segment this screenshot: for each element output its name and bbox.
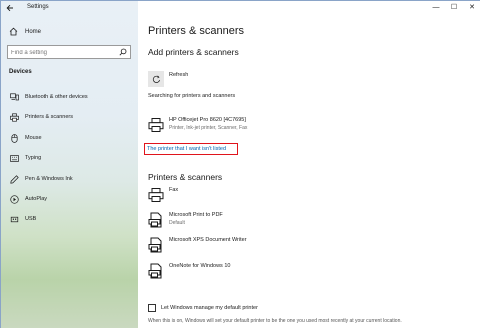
sidebar: Settings Home Devices Bluetooth & other … <box>1 1 138 328</box>
add-printers-heading: Add printers & scanners <box>148 47 239 57</box>
printer-document-icon <box>148 237 162 253</box>
refresh-icon <box>152 75 160 83</box>
device-item-fax[interactable]: Fax <box>148 187 178 203</box>
sidebar-item-pen[interactable]: Pen & Windows Ink <box>5 171 135 187</box>
device-item-xps-writer[interactable]: Microsoft XPS Document Writer <box>148 237 247 253</box>
autoplay-icon <box>9 194 19 204</box>
window-controls: — ☐ ✕ <box>427 1 480 15</box>
printer-icon <box>148 118 164 132</box>
sidebar-item-label: Typing <box>25 155 42 161</box>
printer-not-listed-link[interactable]: The printer that I want isn't listed <box>147 146 226 152</box>
nav-home-label: Home <box>25 29 42 35</box>
pen-icon <box>9 174 19 184</box>
sidebar-item-bluetooth[interactable]: Bluetooth & other devices <box>5 89 135 105</box>
device-text: Microsoft XPS Document Writer <box>169 237 247 243</box>
device-item-print-to-pdf[interactable]: Microsoft Print to PDF Default <box>148 212 223 228</box>
printer-document-icon <box>148 212 162 228</box>
back-button[interactable] <box>6 2 16 14</box>
device-name: Microsoft Print to PDF <box>169 212 223 218</box>
sidebar-item-autoplay[interactable]: AutoPlay <box>5 191 135 207</box>
device-text: Microsoft Print to PDF Default <box>169 212 223 226</box>
default-printer-note: When this is on, Windows will set your d… <box>148 318 402 324</box>
sidebar-item-typing[interactable]: Typing <box>5 150 135 166</box>
device-text: Fax <box>169 187 178 193</box>
found-printer-detail: Printer, Ink-jet printer, Scanner, Fax <box>169 125 248 131</box>
default-printer-option[interactable]: Let Windows manage my default printer <box>148 304 258 312</box>
fax-icon <box>148 188 164 202</box>
mouse-icon <box>9 133 19 143</box>
sidebar-item-label: Bluetooth & other devices <box>25 94 88 100</box>
sidebar-item-mouse[interactable]: Mouse <box>5 130 135 146</box>
title-bar: Settings <box>1 1 138 15</box>
maximize-button[interactable]: ☐ <box>445 1 463 15</box>
main-panel: — ☐ ✕ Printers & scanners Add printers &… <box>138 1 480 328</box>
refresh-button[interactable] <box>148 71 164 87</box>
printers-list-heading: Printers & scanners <box>148 172 223 182</box>
sidebar-item-label: Mouse <box>25 135 42 141</box>
highlight-box: The printer that I want isn't listed <box>144 143 238 155</box>
keyboard-icon <box>9 153 19 163</box>
printer-document-icon <box>148 263 162 279</box>
sidebar-item-label: USB <box>25 216 37 222</box>
usb-icon <box>9 214 19 224</box>
device-detail: Default <box>169 220 185 226</box>
search-icon[interactable] <box>119 48 127 56</box>
sidebar-item-usb[interactable]: USB <box>5 211 135 227</box>
device-name: Microsoft XPS Document Writer <box>169 237 247 243</box>
nav-home[interactable]: Home <box>5 23 133 41</box>
bluetooth-icon <box>9 92 19 102</box>
search-input[interactable] <box>11 48 115 57</box>
device-name: Fax <box>169 187 179 193</box>
found-printer-item[interactable]: HP Officejet Pro 8620 [4C7695] Printer, … <box>148 117 247 133</box>
sidebar-item-label: Pen & Windows Ink <box>25 176 73 182</box>
close-button[interactable]: ✕ <box>463 1 480 15</box>
settings-window: Settings Home Devices Bluetooth & other … <box>0 0 480 328</box>
sidebar-item-label: AutoPlay <box>25 196 48 202</box>
searching-status: Searching for printers and scanners <box>148 93 236 99</box>
sidebar-section-devices: Devices <box>9 69 32 75</box>
refresh-label: Refresh <box>169 72 189 78</box>
default-printer-checkbox[interactable] <box>148 304 156 312</box>
back-arrow-icon <box>6 4 13 12</box>
found-printer-text: HP Officejet Pro 8620 [4C7695] Printer, … <box>169 117 247 131</box>
found-printer-name: HP Officejet Pro 8620 [4C7695] <box>169 117 246 123</box>
printer-icon <box>9 112 19 122</box>
search-box[interactable] <box>7 45 131 59</box>
device-item-onenote[interactable]: OneNote for Windows 10 <box>148 263 230 279</box>
device-name: OneNote for Windows 10 <box>169 263 231 269</box>
default-printer-label: Let Windows manage my default printer <box>161 305 258 311</box>
sidebar-item-label: Printers & scanners <box>25 114 73 120</box>
home-icon <box>9 27 23 38</box>
minimize-button[interactable]: — <box>427 1 445 15</box>
page-title: Printers & scanners <box>148 25 244 37</box>
device-text: OneNote for Windows 10 <box>169 263 230 269</box>
app-title: Settings <box>27 4 49 10</box>
sidebar-item-printers[interactable]: Printers & scanners <box>5 109 135 125</box>
